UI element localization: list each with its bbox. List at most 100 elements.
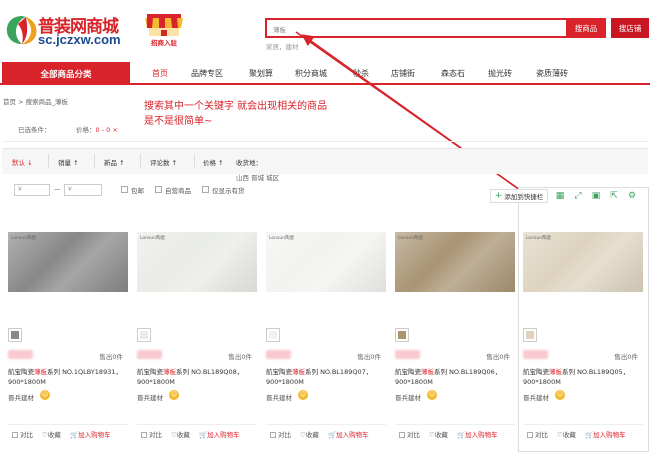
product-card[interactable]: Lonsun陶瓷 售出0件 航宝陶瓷薄板系列 NO.BL189Q08，900*1… [137, 232, 257, 452]
calculator-icon[interactable]: ▦ [553, 189, 567, 203]
location-selector[interactable]: 山西 晋城 城区 [236, 172, 279, 182]
shop-badge-label[interactable]: 招商入驻 [143, 37, 185, 47]
add-to-cart-label: 加入购物车 [78, 431, 111, 439]
sort-reviews[interactable]: 评论数 ↑ [150, 157, 177, 167]
product-name-prefix: 航宝陶瓷 [266, 368, 292, 376]
chat-icon[interactable]: ☺ [298, 390, 308, 400]
product-seller[interactable]: 晋兵建材 [137, 392, 163, 402]
all-categories-button[interactable]: 全部商品分类 [2, 62, 130, 85]
sort-separator [194, 154, 195, 168]
self-operated-label: 自营商品 [165, 187, 191, 195]
search-products-button[interactable]: 搜商品 [566, 18, 606, 38]
favorite-button[interactable]: ♡收藏 [557, 429, 576, 439]
product-image[interactable]: Lonsun陶瓷 [395, 232, 515, 292]
product-name[interactable]: 航宝陶瓷薄板系列 NO.BL189Q05，900*1800M [523, 367, 641, 387]
product-thumbnail[interactable] [137, 328, 151, 342]
nav-item-shop-street[interactable]: 店铺街 [391, 68, 415, 79]
nav-item-brand-zone[interactable]: 品牌专区 [191, 68, 223, 79]
product-price-blurred [137, 350, 162, 359]
product-name-prefix: 航宝陶瓷 [523, 368, 549, 376]
product-thumbnail[interactable] [523, 328, 537, 342]
product-image[interactable]: Lonsun陶瓷 [8, 232, 128, 292]
compare-checkbox[interactable]: 对比 [270, 429, 291, 439]
product-name-keyword: 薄板 [421, 368, 434, 376]
favorite-button[interactable]: ♡收藏 [42, 429, 61, 439]
favorite-button[interactable]: ♡收藏 [429, 429, 448, 439]
filter-tag-close-icon[interactable]: × [112, 126, 117, 134]
sort-sales[interactable]: 销量 ↑ [58, 157, 79, 167]
logo-url[interactable]: sc.jczxw.com [38, 32, 121, 47]
product-thumbnail[interactable] [266, 328, 280, 342]
chat-icon[interactable]: ☺ [40, 390, 50, 400]
nav-item-home[interactable]: 首页 [152, 68, 168, 79]
cart-icon: 🛒 [70, 431, 79, 439]
product-name-prefix: 航宝陶瓷 [8, 368, 34, 376]
price-range-dash: — [54, 185, 61, 193]
product-seller[interactable]: 晋兵建材 [523, 392, 549, 402]
compare-box-icon [141, 432, 147, 438]
product-price-blurred [395, 350, 420, 359]
product-image-brand: Lonsun陶瓷 [140, 236, 166, 241]
search-shops-button[interactable]: 搜店铺 [611, 18, 649, 38]
sort-default[interactable]: 默认 ↓ [12, 157, 33, 167]
save-icon[interactable]: ▣ [589, 189, 603, 203]
product-image[interactable]: Lonsun陶瓷 [137, 232, 257, 292]
favorite-button[interactable]: ♡收藏 [300, 429, 319, 439]
favorite-button[interactable]: ♡收藏 [171, 429, 190, 439]
add-to-cart-button[interactable]: 🛒加入购物车 [328, 429, 369, 439]
product-thumbnail[interactable] [8, 328, 22, 342]
share-icon[interactable]: ⇱ [607, 189, 621, 203]
add-to-cart-button[interactable]: 🛒加入购物车 [199, 429, 240, 439]
search-input-value: 薄板 [273, 26, 286, 34]
sort-new[interactable]: 新品 ↑ [104, 157, 125, 167]
search-input[interactable]: 薄板 [265, 18, 570, 38]
product-name[interactable]: 航宝陶瓷薄板系列 NO.BL189Q06，900*1800M [395, 367, 513, 387]
product-thumbnail[interactable] [395, 328, 409, 342]
nav-item-thin-tile[interactable]: 瓷质薄砖 [536, 68, 568, 79]
product-seller[interactable]: 晋兵建材 [8, 392, 34, 402]
nav-item-polished-tile[interactable]: 抛光砖 [488, 68, 512, 79]
add-to-cart-button[interactable]: 🛒加入购物车 [457, 429, 498, 439]
nav-item-flash-sale[interactable]: 秒杀 [353, 68, 369, 79]
breadcrumb[interactable]: 首页 > 搜索商品_薄板 [3, 96, 68, 106]
add-to-shortcut-button[interactable]: + 添加到快捷栏 [490, 189, 548, 203]
product-card[interactable]: Lonsun陶瓷 售出0件 航宝陶瓷薄板系列 NO.BL189Q05，900*1… [523, 232, 643, 452]
product-name[interactable]: 航宝陶瓷薄板系列 NO.1QLBY18931，900*1800M [8, 367, 126, 387]
product-image-brand: Lonsun陶瓷 [269, 236, 295, 241]
product-seller[interactable]: 晋兵建材 [266, 392, 292, 402]
compare-checkbox[interactable]: 对比 [527, 429, 548, 439]
sort-separator [94, 154, 95, 168]
nav-item-points-mall[interactable]: 积分商城 [295, 68, 327, 79]
compare-label: 对比 [535, 431, 548, 439]
product-card[interactable]: Lonsun陶瓷 售出0件 航宝陶瓷薄板系列 NO.1QLBY18931，900… [8, 232, 128, 452]
nav-item-stone[interactable]: 森态石 [441, 68, 465, 79]
add-to-cart-button[interactable]: 🛒加入购物车 [585, 429, 626, 439]
product-name-prefix: 航宝陶瓷 [395, 368, 421, 376]
chat-icon[interactable]: ☺ [555, 390, 565, 400]
product-name[interactable]: 航宝陶瓷薄板系列 NO.BL189Q07，900*1800M [266, 367, 384, 387]
fullscreen-icon[interactable]: ⤢ [571, 189, 585, 203]
filter-tag-price[interactable]: 价格：0 - 0 × [76, 124, 118, 134]
add-to-cart-button[interactable]: 🛒加入购物车 [70, 429, 111, 439]
product-card[interactable]: Lonsun陶瓷 售出0件 航宝陶瓷薄板系列 NO.BL189Q06，900*1… [395, 232, 515, 452]
compare-checkbox[interactable]: 对比 [399, 429, 420, 439]
compare-checkbox[interactable]: 对比 [141, 429, 162, 439]
product-image[interactable]: Lonsun陶瓷 [523, 232, 643, 292]
chat-icon[interactable]: ☺ [427, 390, 437, 400]
sort-reviews-label: 评论数 [150, 159, 170, 167]
nav-item-group-buy[interactable]: 聚划算 [249, 68, 273, 79]
price-max-input[interactable]: ¥ [64, 184, 102, 196]
self-operated-checkbox[interactable] [155, 186, 162, 193]
in-stock-checkbox[interactable] [202, 186, 209, 193]
product-card[interactable]: Lonsun陶瓷 售出0件 航宝陶瓷薄板系列 NO.BL189Q07，900*1… [266, 232, 386, 452]
chat-icon[interactable]: ☺ [169, 390, 179, 400]
product-seller[interactable]: 晋兵建材 [395, 392, 421, 402]
hot-search-words[interactable]: 家居，建材 [266, 41, 299, 51]
product-image[interactable]: Lonsun陶瓷 [266, 232, 386, 292]
free-shipping-checkbox[interactable] [121, 186, 128, 193]
compare-checkbox[interactable]: 对比 [12, 429, 33, 439]
sort-price[interactable]: 价格 ↑ [203, 157, 224, 167]
product-name[interactable]: 航宝陶瓷薄板系列 NO.BL189Q08，900*1800M [137, 367, 255, 387]
price-min-input[interactable]: ¥ [14, 184, 50, 196]
settings-icon[interactable]: ⚙ [625, 189, 639, 203]
